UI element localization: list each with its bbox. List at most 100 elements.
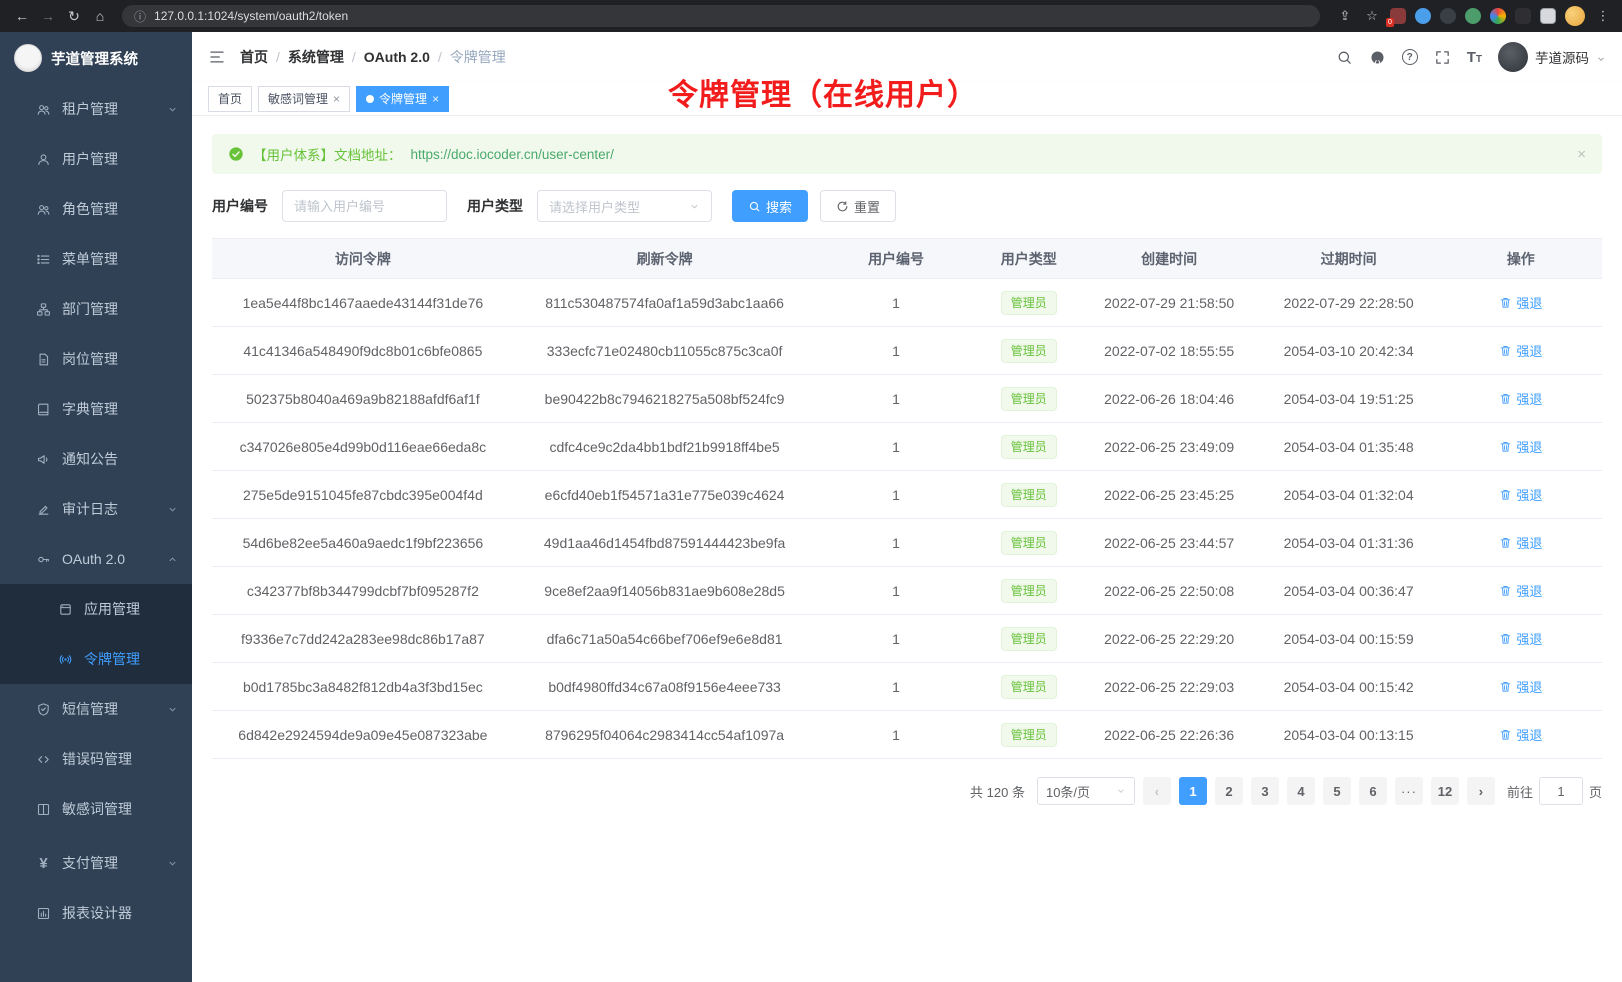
sidebar-item-notice[interactable]: 通知公告: [0, 434, 192, 484]
sidebar-item-label: 报表设计器: [62, 903, 178, 923]
yen-icon: ¥: [36, 856, 51, 871]
sidebar-item-oauth[interactable]: OAuth 2.0: [0, 534, 192, 584]
force-logout-button[interactable]: 强退: [1499, 485, 1542, 504]
breadcrumb-oauth[interactable]: OAuth 2.0: [364, 49, 430, 65]
browser-profile-avatar[interactable]: [1565, 6, 1585, 26]
browser-menu-icon[interactable]: ⋮: [1594, 7, 1612, 25]
logo[interactable]: 芋道管理系统: [0, 32, 192, 84]
browser-refresh-icon[interactable]: ↻: [62, 4, 86, 28]
refresh-token-cell: cdfc4ce9c2da4bb1bdf21b9918ff4be5: [514, 423, 816, 471]
breadcrumb-system[interactable]: 系统管理: [288, 47, 344, 67]
extension-paw-icon[interactable]: [1515, 8, 1531, 24]
next-page-button[interactable]: ›: [1467, 777, 1495, 805]
force-logout-button[interactable]: 强退: [1499, 533, 1542, 552]
split-view-icon[interactable]: [1540, 8, 1556, 24]
document-icon: [36, 352, 51, 367]
force-logout-button[interactable]: 强退: [1499, 677, 1542, 696]
user-menu[interactable]: 芋道源码: [1498, 42, 1606, 72]
sidebar-item-dict[interactable]: 字典管理: [0, 384, 192, 434]
search-icon[interactable]: [1336, 49, 1353, 66]
breadcrumb-home[interactable]: 首页: [240, 47, 268, 67]
breadcrumb-separator: /: [276, 49, 280, 65]
extension-green-icon[interactable]: [1465, 8, 1481, 24]
reset-button-label: 重置: [854, 197, 880, 216]
user-id-input[interactable]: [282, 190, 447, 222]
sidebar-item-oauth-token[interactable]: 令牌管理: [0, 634, 192, 684]
browser-forward-icon[interactable]: →: [36, 4, 60, 28]
sidebar-item-role[interactable]: 角色管理: [0, 184, 192, 234]
page-button[interactable]: 3: [1251, 777, 1279, 805]
site-info-icon[interactable]: ⓘ: [134, 8, 146, 25]
page-button[interactable]: 6: [1359, 777, 1387, 805]
search-button[interactable]: 搜索: [732, 190, 808, 222]
sidebar-item-user[interactable]: 用户管理: [0, 134, 192, 184]
expire-time-cell: 2054-03-04 00:15:42: [1258, 663, 1440, 711]
user-type-select[interactable]: 请选择用户类型: [537, 190, 712, 222]
sidebar-item-label: 错误码管理: [62, 749, 178, 769]
page-button[interactable]: 4: [1287, 777, 1315, 805]
share-icon[interactable]: ⇪: [1336, 7, 1354, 25]
reset-button[interactable]: 重置: [820, 190, 896, 222]
page-button[interactable]: 12: [1431, 777, 1459, 805]
sidebar-item-tenant[interactable]: 租户管理: [0, 84, 192, 134]
user-id-cell: 1: [815, 375, 976, 423]
chevron-down-icon: [167, 704, 178, 715]
prev-page-button[interactable]: ‹: [1143, 777, 1171, 805]
sidebar-item-label: 敏感词管理: [62, 799, 178, 819]
force-logout-label: 强退: [1516, 341, 1542, 360]
sidebar-item-menu[interactable]: 菜单管理: [0, 234, 192, 284]
browser-home-icon[interactable]: ⌂: [88, 4, 112, 28]
force-logout-button[interactable]: 强退: [1499, 725, 1542, 744]
force-logout-button[interactable]: 强退: [1499, 293, 1542, 312]
actions-cell: 强退: [1440, 423, 1602, 471]
browser-back-icon[interactable]: ←: [10, 4, 34, 28]
tab-token[interactable]: 令牌管理×: [356, 86, 449, 112]
doc-link[interactable]: https://doc.iocoder.cn/user-center/: [411, 147, 614, 162]
sidebar-item-label: 字典管理: [62, 399, 178, 419]
force-logout-button[interactable]: 强退: [1499, 629, 1542, 648]
force-logout-button[interactable]: 强退: [1499, 389, 1542, 408]
bookmark-star-icon[interactable]: ☆: [1363, 7, 1381, 25]
tab-sensitive-word[interactable]: 敏感词管理×: [258, 86, 350, 112]
close-icon[interactable]: ×: [1577, 146, 1586, 163]
expire-time-cell: 2054-03-04 01:35:48: [1258, 423, 1440, 471]
extension-dark-icon[interactable]: [1440, 8, 1456, 24]
user-type-badge: 管理员: [1001, 531, 1057, 555]
user-id-cell: 1: [815, 279, 976, 327]
expire-time-cell: 2054-03-10 20:42:34: [1258, 327, 1440, 375]
sidebar-item-sensitive-word[interactable]: 敏感词管理: [0, 784, 192, 834]
sidebar-toggle-icon[interactable]: [208, 48, 226, 66]
sidebar-item-error-code[interactable]: 错误码管理: [0, 734, 192, 784]
github-icon[interactable]: [1369, 49, 1386, 66]
more-pages-button[interactable]: ···: [1395, 777, 1423, 805]
tab-home[interactable]: 首页: [208, 86, 252, 112]
force-logout-button[interactable]: 强退: [1499, 437, 1542, 456]
force-logout-button[interactable]: 强退: [1499, 581, 1542, 600]
sidebar-item-payment[interactable]: ¥ 支付管理: [0, 838, 192, 888]
user-icon: [36, 152, 51, 167]
extension-red-icon[interactable]: 0: [1390, 8, 1406, 24]
page-size-select[interactable]: 10条/页: [1037, 777, 1135, 805]
logo-avatar: [14, 44, 42, 72]
extension-multicolor-icon[interactable]: [1490, 8, 1506, 24]
sidebar-item-post[interactable]: 岗位管理: [0, 334, 192, 384]
goto-suffix: 页: [1589, 782, 1602, 801]
address-bar[interactable]: ⓘ 127.0.0.1:1024/system/oauth2/token: [122, 5, 1320, 27]
goto-page-input[interactable]: [1539, 777, 1583, 805]
sidebar-item-report-designer[interactable]: 报表设计器: [0, 888, 192, 938]
force-logout-button[interactable]: 强退: [1499, 341, 1542, 360]
col-user-type: 用户类型: [977, 239, 1081, 279]
fullscreen-icon[interactable]: [1434, 49, 1451, 66]
extension-blue-icon[interactable]: [1415, 8, 1431, 24]
sidebar-item-sms[interactable]: 短信管理: [0, 684, 192, 734]
page-button[interactable]: 2: [1215, 777, 1243, 805]
page-button[interactable]: 1: [1179, 777, 1207, 805]
help-icon[interactable]: ?: [1402, 49, 1418, 65]
close-icon[interactable]: ×: [432, 93, 439, 105]
sidebar-item-audit-log[interactable]: 审计日志: [0, 484, 192, 534]
sidebar-item-oauth-app[interactable]: 应用管理: [0, 584, 192, 634]
page-button[interactable]: 5: [1323, 777, 1351, 805]
font-size-icon[interactable]: TT: [1467, 50, 1482, 65]
close-icon[interactable]: ×: [333, 93, 340, 105]
sidebar-item-dept[interactable]: 部门管理: [0, 284, 192, 334]
